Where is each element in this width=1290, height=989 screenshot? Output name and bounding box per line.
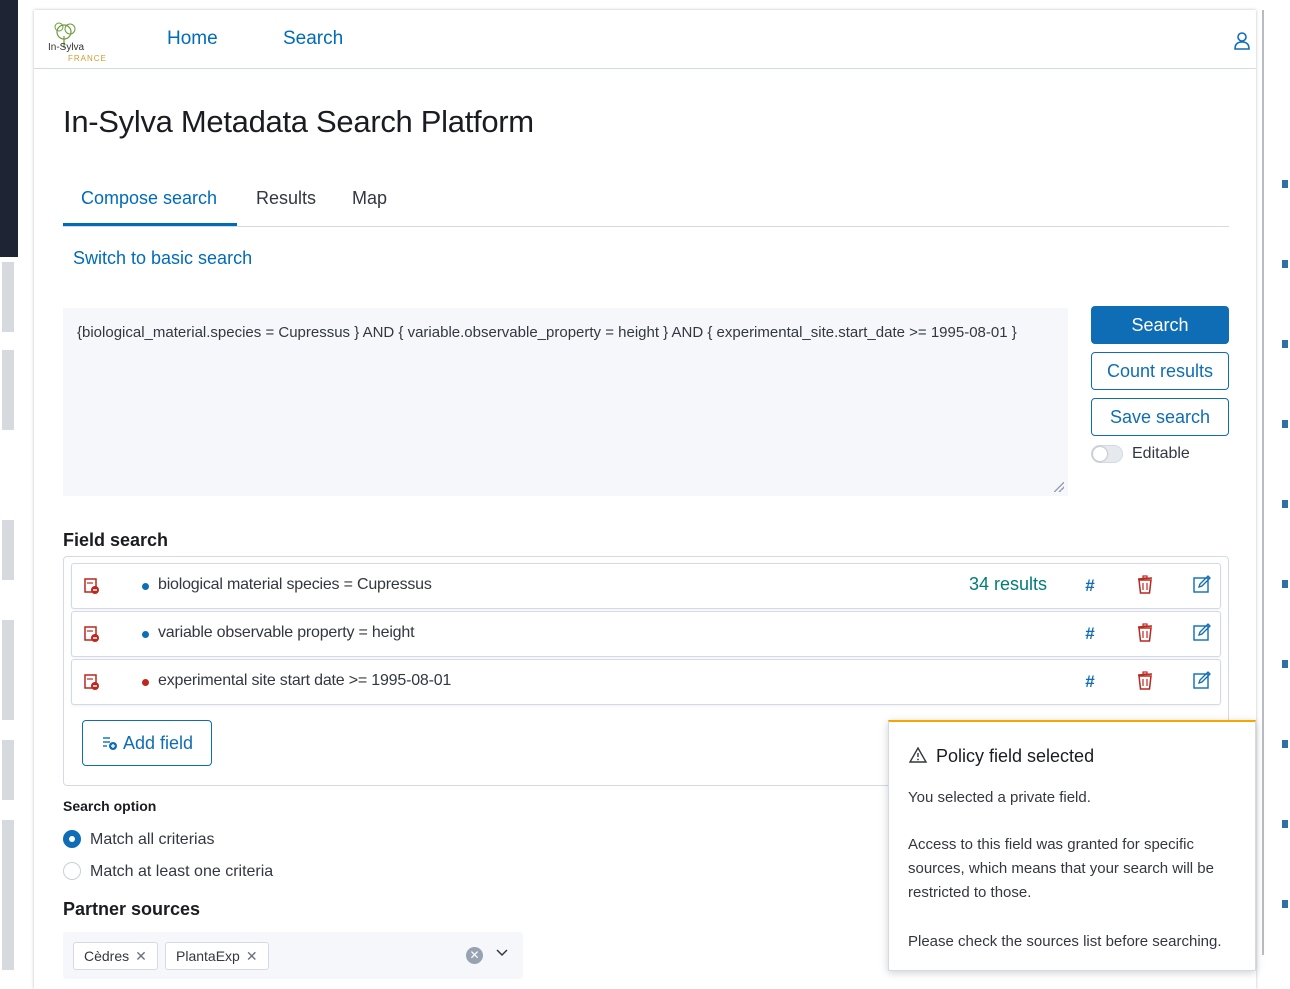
save-search-button[interactable]: Save search — [1091, 398, 1229, 436]
source-chip: PlantaExp ✕ — [165, 942, 269, 970]
tab-map[interactable]: Map — [352, 188, 387, 209]
add-list-icon — [102, 737, 117, 750]
trash-icon[interactable] — [1136, 575, 1154, 595]
field-search-heading: Field search — [63, 530, 169, 550]
tab-bar: Compose search Results Map — [63, 182, 1229, 227]
partner-sources-heading: Partner sources — [63, 899, 201, 919]
count-hash-icon[interactable]: # — [1085, 624, 1094, 644]
user-icon[interactable] — [1234, 32, 1250, 50]
field-status-dot — [142, 583, 149, 590]
remove-field-icon[interactable] — [84, 673, 100, 691]
add-field-label: Add field — [122, 733, 194, 753]
add-field-button[interactable]: Add field — [82, 720, 212, 766]
count-results-button[interactable]: Count results — [1091, 352, 1229, 390]
tab-results[interactable]: Results — [256, 188, 316, 209]
toast-title: Policy field selected — [936, 746, 1095, 766]
count-hash-icon[interactable]: # — [1085, 576, 1094, 596]
field-status-dot — [142, 631, 149, 638]
background-window-left — [0, 0, 18, 989]
active-tab-indicator — [63, 223, 237, 226]
count-hash-icon[interactable]: # — [1085, 672, 1094, 692]
edit-icon[interactable] — [1193, 575, 1211, 593]
remove-chip-icon[interactable]: ✕ — [135, 948, 147, 964]
trash-icon[interactable] — [1136, 623, 1154, 643]
search-button[interactable]: Search — [1091, 306, 1229, 344]
remove-chip-icon[interactable]: ✕ — [246, 948, 258, 964]
field-row: experimental site start date >= 1995-08-… — [71, 659, 1221, 705]
query-text: {biological_material.species = Cupressus… — [77, 324, 1017, 341]
field-row: variable observable property = height # — [71, 611, 1221, 657]
warning-icon — [909, 747, 927, 763]
tab-compose-search[interactable]: Compose search — [81, 188, 217, 209]
field-status-dot — [142, 679, 149, 686]
radio-match-any[interactable] — [63, 862, 81, 880]
partner-sources-combobox[interactable]: Cèdres ✕ PlantaExp ✕ ✕ — [63, 932, 523, 979]
field-criteria-text: variable observable property = height — [158, 624, 415, 641]
logo-subtext: FRANCE — [68, 54, 107, 63]
field-criteria-text: biological material species = Cupressus — [158, 576, 432, 593]
edit-icon[interactable] — [1193, 623, 1211, 641]
editable-label: Editable — [1132, 445, 1190, 462]
source-chip-label: Cèdres — [84, 948, 130, 964]
top-nav: In-Sylva FRANCE Home Search — [34, 10, 1256, 69]
field-row: biological material species = Cupressus … — [71, 563, 1221, 609]
field-criteria-text: experimental site start date >= 1995-08-… — [158, 672, 452, 689]
clear-all-icon[interactable]: ✕ — [466, 947, 483, 964]
remove-field-icon[interactable] — [84, 577, 100, 595]
resize-handle[interactable] — [1054, 482, 1064, 492]
source-chip-label: PlantaExp — [176, 948, 240, 964]
nav-home-link[interactable]: Home — [167, 28, 218, 50]
edit-icon[interactable] — [1193, 671, 1211, 689]
toast-line: You selected a private field. — [908, 789, 1091, 806]
editable-toggle[interactable] — [1091, 445, 1123, 463]
logo-text: In-Sylva — [48, 42, 85, 53]
radio-match-any-label[interactable]: Match at least one criteria — [90, 863, 273, 881]
switch-to-basic-search-link[interactable]: Switch to basic search — [73, 248, 252, 269]
radio-match-all-label[interactable]: Match all criterias — [90, 831, 214, 849]
nav-search-link[interactable]: Search — [283, 28, 343, 50]
field-result-count: 34 results — [969, 574, 1048, 594]
chevron-down-icon[interactable] — [495, 946, 509, 960]
radio-match-all[interactable] — [63, 830, 81, 848]
page-title: In-Sylva Metadata Search Platform — [63, 104, 534, 139]
remove-field-icon[interactable] — [84, 625, 100, 643]
source-chip: Cèdres ✕ — [73, 942, 158, 970]
search-option-heading: Search option — [63, 798, 157, 814]
toast-line: Access to this field was granted for spe… — [908, 836, 1214, 901]
background-window-right — [1258, 0, 1290, 989]
toggle-knob — [1093, 447, 1107, 461]
policy-toast: Policy field selected You selected a pri… — [888, 720, 1256, 971]
toast-line: Please check the sources list before sea… — [908, 933, 1222, 950]
trash-icon[interactable] — [1136, 671, 1154, 691]
query-textarea[interactable]: {biological_material.species = Cupressus… — [63, 308, 1068, 496]
